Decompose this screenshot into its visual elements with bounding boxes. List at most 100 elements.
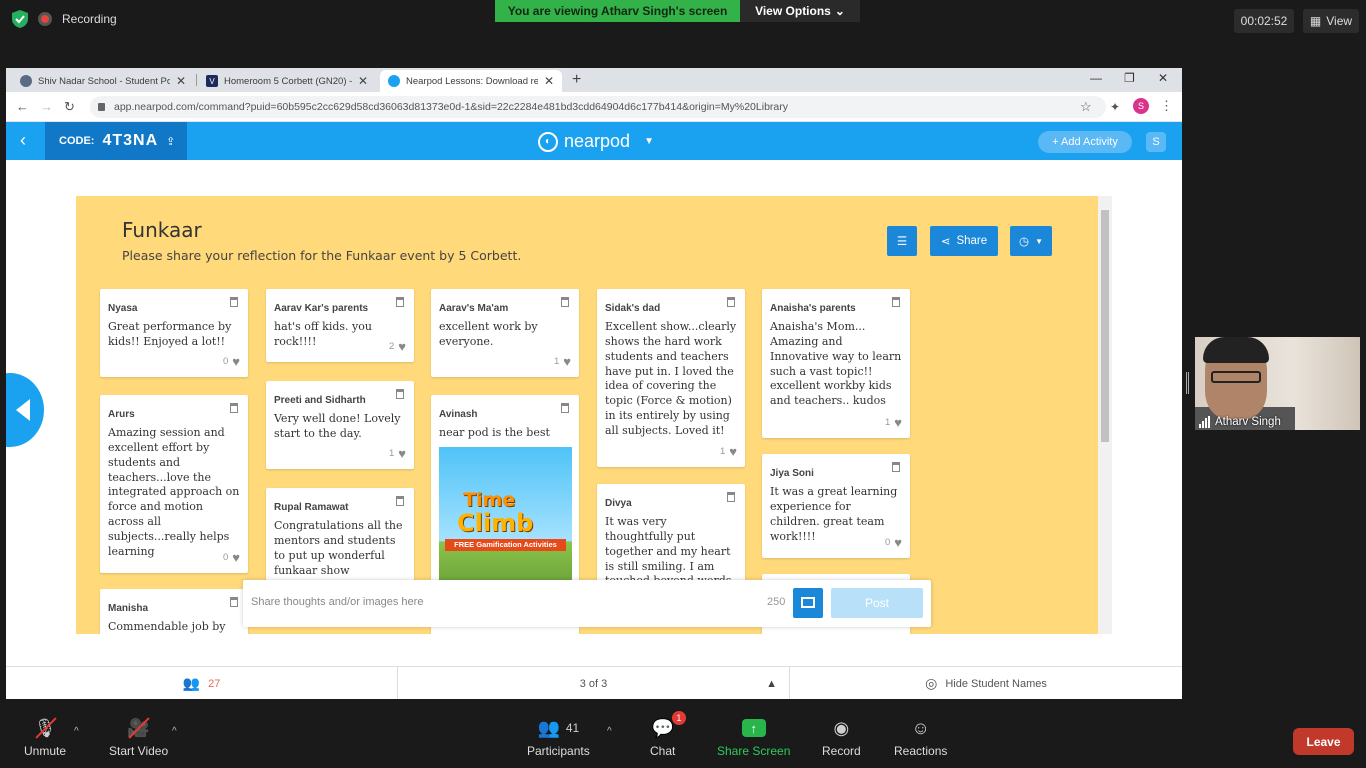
like-control[interactable]: 1 ♥ xyxy=(720,444,737,459)
like-count: 2 xyxy=(388,341,395,352)
start-video-button[interactable]: 🎥 Start Video xyxy=(109,716,168,758)
compose-input[interactable]: Share thoughts and/or images here xyxy=(251,596,423,608)
post-card[interactable]: Nyasa Great performance by kids!! Enjoye… xyxy=(100,289,248,377)
recording-indicator[interactable]: Recording xyxy=(12,10,117,28)
trash-icon[interactable] xyxy=(727,297,735,307)
post-card[interactable]: Preeti and Sidharth Very well done! Love… xyxy=(266,381,414,469)
back-chevron-icon[interactable]: ‹ xyxy=(20,130,26,151)
window-close-icon[interactable]: ✕ xyxy=(1158,71,1168,85)
share-screen-button[interactable]: ↑ Share Screen xyxy=(717,716,790,758)
heart-icon: ♥ xyxy=(563,354,571,369)
sort-menu-button[interactable]: ◷ ▼ xyxy=(1010,226,1052,256)
user-avatar[interactable]: S xyxy=(1146,132,1166,152)
profile-avatar[interactable]: S xyxy=(1133,98,1149,114)
reactions-button[interactable]: ☺ Reactions xyxy=(894,716,947,759)
post-text: near pod is the best xyxy=(439,426,550,439)
tab-title: Shiv Nadar School - Student Port xyxy=(38,75,170,87)
back-arrow-icon[interactable]: ← xyxy=(16,99,29,114)
extensions-icon[interactable]: ✦ xyxy=(1110,100,1120,114)
view-button[interactable]: ▦ View xyxy=(1303,9,1359,33)
like-control[interactable]: 0 ♥ xyxy=(223,550,240,565)
trash-icon[interactable] xyxy=(396,496,404,506)
leave-button[interactable]: Leave xyxy=(1293,728,1354,755)
like-control[interactable]: 1 ♥ xyxy=(885,415,902,430)
nearpod-logo-icon: ◐ xyxy=(538,131,558,152)
minimize-icon[interactable]: — xyxy=(1090,71,1102,85)
nearpod-logo[interactable]: ◐ nearpod ▼ xyxy=(538,131,654,152)
trash-icon[interactable] xyxy=(892,462,900,472)
triangle-up-icon[interactable]: ▲ xyxy=(766,678,777,690)
eye-off-icon: ◎ xyxy=(925,675,938,691)
post-button[interactable]: Post xyxy=(831,588,923,618)
trash-icon[interactable] xyxy=(396,389,404,399)
like-control[interactable]: 1 ♥ xyxy=(389,446,406,461)
like-control[interactable]: 1 ♥ xyxy=(554,354,571,369)
more-menu-icon[interactable]: ⋮ xyxy=(1160,98,1173,114)
url-field[interactable]: app.nearpod.com/command?puid=60b595c2cc6… xyxy=(90,96,1106,118)
reload-icon[interactable]: ↻ xyxy=(64,99,75,115)
trash-icon[interactable] xyxy=(892,297,900,307)
nearpod-header: ‹ CODE: 4T3NA ⇪ ◐ nearpod ▼ + Add Activi… xyxy=(6,122,1182,160)
char-count: 250 xyxy=(767,596,786,608)
tab-shiv-nadar[interactable]: Shiv Nadar School - Student Port ✕ xyxy=(12,70,194,92)
slide-navigator[interactable]: 3 of 3 ▲ xyxy=(398,667,789,699)
trash-icon[interactable] xyxy=(561,403,569,413)
participant-video-tile[interactable]: Atharv Singh xyxy=(1195,337,1360,430)
close-icon[interactable]: ✕ xyxy=(176,74,186,88)
heart-icon: ♥ xyxy=(232,550,240,565)
view-options-button[interactable]: View Options ⌄ xyxy=(740,0,860,22)
post-card[interactable]: Manisha Commendable job by all xyxy=(100,589,248,634)
board-scrollbar[interactable] xyxy=(1098,196,1112,634)
hide-names-toggle[interactable]: ◎ Hide Student Names xyxy=(790,667,1182,699)
code-label: CODE: xyxy=(59,135,95,147)
board-subtitle: Please share your reflection for the Fun… xyxy=(122,248,522,263)
unmute-button[interactable]: 🎙 Unmute xyxy=(24,716,66,758)
trash-icon[interactable] xyxy=(727,492,735,502)
session-code[interactable]: CODE: 4T3NA ⇪ xyxy=(45,122,187,160)
trash-icon[interactable] xyxy=(396,297,404,307)
tab-homeroom[interactable]: V Homeroom 5 Corbett (GN20) - V ✕ xyxy=(198,70,376,92)
bookmark-star-icon[interactable]: ☆ xyxy=(1080,99,1092,115)
chat-button[interactable]: 💬 1 Chat xyxy=(650,711,686,758)
share-screen-icon: ↑ xyxy=(741,716,766,740)
trash-icon[interactable] xyxy=(230,297,238,307)
chat-badge: 1 xyxy=(671,711,686,725)
trash-icon[interactable] xyxy=(230,403,238,413)
tab-title: Nearpod Lessons: Download rea xyxy=(406,75,538,87)
close-icon[interactable]: ✕ xyxy=(544,74,554,88)
close-icon[interactable]: ✕ xyxy=(358,74,368,88)
previous-slide-arrow-icon[interactable] xyxy=(6,373,44,447)
tab-nearpod[interactable]: Nearpod Lessons: Download rea ✕ xyxy=(380,70,562,92)
caret-up-icon[interactable]: ^ xyxy=(74,726,79,737)
trash-icon[interactable] xyxy=(230,597,238,607)
caret-up-icon[interactable]: ^ xyxy=(172,726,177,737)
participants-counter[interactable]: 👥 27 xyxy=(6,667,397,699)
add-activity-button[interactable]: + Add Activity xyxy=(1038,131,1132,153)
new-tab-icon[interactable]: + xyxy=(572,71,581,89)
moderate-button[interactable]: ☰ xyxy=(887,226,917,256)
participants-button[interactable]: 👥 41 Participants xyxy=(527,716,590,759)
image-band-text: FREE Gamification Activities xyxy=(445,538,566,551)
image-upload-icon[interactable] xyxy=(793,588,823,618)
post-card[interactable]: Aarav's Ma'am excellent work by everyone… xyxy=(431,289,579,377)
post-card[interactable]: Divya It was very thoughtfully put toget… xyxy=(597,484,745,584)
drag-handle-icon[interactable] xyxy=(1186,372,1189,394)
scrollbar-thumb[interactable] xyxy=(1101,210,1109,442)
trash-icon[interactable] xyxy=(561,297,569,307)
nearpod-bottom-bar: 👥 27 3 of 3 ▲ ◎ Hide Student Names xyxy=(6,666,1182,699)
post-card[interactable]: Anaisha's parents Anaisha's Mom... Amazi… xyxy=(762,289,910,438)
tab-separator xyxy=(196,74,197,86)
post-author: Divya xyxy=(605,498,632,509)
like-control[interactable]: 0 ♥ xyxy=(223,354,240,369)
caret-up-icon[interactable]: ^ xyxy=(607,726,612,737)
post-card[interactable]: Sidak's dad Excellent show...clearly sho… xyxy=(597,289,745,467)
post-card[interactable]: Jiya Soni It was a great learning experi… xyxy=(762,454,910,558)
forward-arrow-icon[interactable]: → xyxy=(40,99,53,114)
like-control[interactable]: 2 ♥ xyxy=(389,339,406,354)
post-card[interactable]: Arurs Amazing session and excellent effo… xyxy=(100,395,248,573)
restore-icon[interactable]: ❐ xyxy=(1124,71,1135,85)
like-control[interactable]: 0 ♥ xyxy=(885,535,902,550)
share-button[interactable]: ⋖ Share xyxy=(930,226,998,256)
record-button[interactable]: ◉ Record xyxy=(822,716,861,759)
post-card[interactable]: Aarav Kar's parents hat's off kids. you … xyxy=(266,289,414,362)
